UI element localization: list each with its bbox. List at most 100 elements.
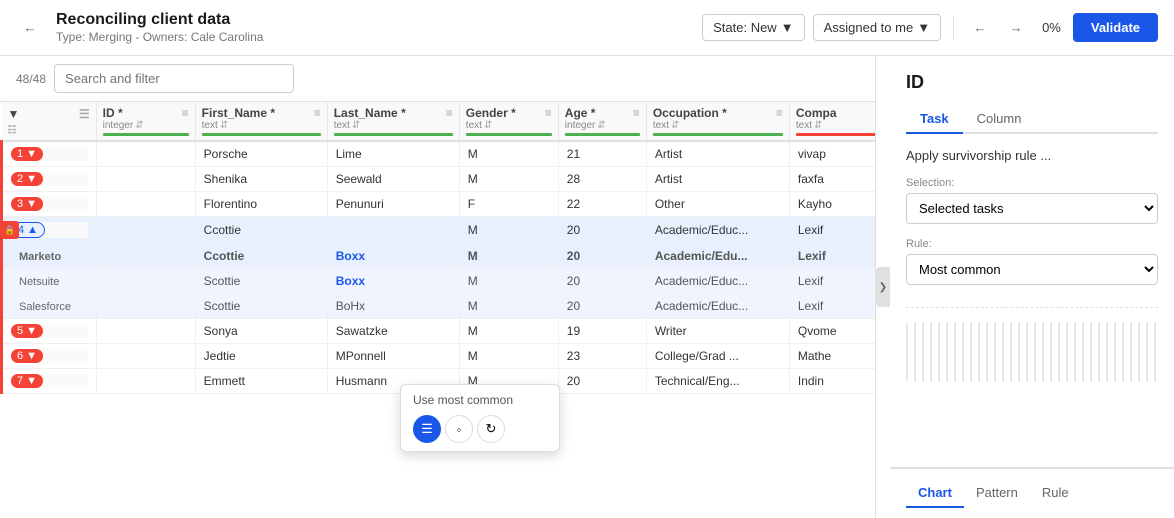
col-menu-icon[interactable]: ≡ xyxy=(545,106,552,120)
table-row: 🔒 4 ▲ Ccottie M 20 Academic/Educ... xyxy=(2,217,876,244)
cell-id xyxy=(96,269,195,294)
col-menu-icon[interactable]: ≡ xyxy=(314,106,321,120)
chevron-down-icon: ▼ xyxy=(917,20,930,35)
table-container[interactable]: ▼ ☰ ☷ xyxy=(0,102,875,518)
row-badge-7[interactable]: 7 ▼ xyxy=(11,374,43,388)
row-header-cell: 2 ▼ xyxy=(2,167,97,192)
main-layout: 48/48 ▼ ☰ xyxy=(0,56,1174,518)
row-badge-2[interactable]: 2 ▼ xyxy=(11,172,43,186)
cell-id xyxy=(96,344,195,369)
tab-task[interactable]: Task xyxy=(906,105,963,134)
page-title: Reconciling client data xyxy=(56,11,702,29)
source-label: Salesforce xyxy=(11,297,79,317)
cell-lastname: Penunuri xyxy=(327,192,459,217)
sort-icon[interactable]: ⇵ xyxy=(814,120,822,131)
right-collapse-tab[interactable]: ❯ xyxy=(876,267,890,307)
row-badge-6[interactable]: 6 ▼ xyxy=(11,349,43,363)
sort-icon[interactable]: ⇵ xyxy=(352,120,360,131)
cell-comp: Kayho xyxy=(789,192,875,217)
popup-list-btn[interactable]: ☰ xyxy=(413,415,441,443)
sort-icon[interactable]: ⇵ xyxy=(671,120,679,131)
col-gender-label: Gender * xyxy=(466,106,516,120)
nav-forward-button[interactable]: → xyxy=(1002,14,1030,42)
row-header-cell: 1 ▼ xyxy=(2,141,97,167)
right-divider xyxy=(906,307,1158,308)
context-popup: Use most common ☰ ◦ ↻ xyxy=(400,384,560,452)
col-menu-icon[interactable]: ≡ xyxy=(633,106,640,120)
table-row: Marketo Ccottie Boxx M 20 Academic/Edu..… xyxy=(2,244,876,269)
validate-button[interactable]: Validate xyxy=(1073,13,1158,42)
record-count: 48/48 xyxy=(16,72,46,86)
cell-gender: M xyxy=(459,269,558,294)
cell-id xyxy=(96,141,195,167)
page-subtitle: Type: Merging - Owners: Cale Carolina xyxy=(56,30,702,44)
col-age-type: integer xyxy=(565,120,596,131)
cell-comp: Lexif xyxy=(789,294,875,319)
cell-occ: Academic/Educ... xyxy=(646,269,789,294)
row-badge-5[interactable]: 5 ▼ xyxy=(11,324,43,338)
sub-row-source-cell: Marketo xyxy=(2,244,97,269)
row-header-cell: 3 ▼ xyxy=(2,192,97,217)
assigned-dropdown[interactable]: Assigned to me ▼ xyxy=(813,14,941,41)
col-id-type: integer xyxy=(103,120,134,131)
right-id-label: ID xyxy=(906,72,1158,93)
cell-id xyxy=(96,369,195,394)
source-label: Netsuite xyxy=(11,272,67,292)
grid-icon: ☷ xyxy=(8,125,17,136)
state-label: State: New xyxy=(713,20,777,35)
cell-lastname: Seewald xyxy=(327,167,459,192)
nav-back-button[interactable]: ← xyxy=(966,14,994,42)
rule-select[interactable]: Most common Most recent Least recent Lon… xyxy=(906,254,1158,285)
popup-refresh-btn[interactable]: ↻ xyxy=(477,415,505,443)
col-menu-icon[interactable]: ☰ xyxy=(79,107,90,121)
cell-firstname: Sonya xyxy=(195,319,327,344)
cell-occ: Academic/Edu... xyxy=(646,244,789,269)
cell-age: 21 xyxy=(558,141,646,167)
col-menu-icon[interactable]: ≡ xyxy=(446,106,453,120)
col-indicator xyxy=(202,133,321,136)
cell-occ: Other xyxy=(646,192,789,217)
col-header-lastname: Last_Name * ≡ text ⇵ xyxy=(327,102,459,141)
table-row: Salesforce Scottie BoHx M 20 Academic/Ed… xyxy=(2,294,876,319)
col-occ-type: text xyxy=(653,120,669,131)
right-tabs: Task Column xyxy=(906,105,1158,134)
col-indicator xyxy=(653,133,783,136)
cell-gender: M xyxy=(459,141,558,167)
search-input[interactable] xyxy=(54,64,294,93)
col-menu-icon[interactable]: ≡ xyxy=(182,106,189,120)
popup-clock-btn[interactable]: ◦ xyxy=(445,415,473,443)
cell-gender: M xyxy=(459,344,558,369)
col-header-firstname: First_Name * ≡ text ⇵ xyxy=(195,102,327,141)
right-bottom-tabs: Chart Pattern Rule xyxy=(906,479,1158,508)
sort-icon[interactable]: ⇵ xyxy=(135,120,143,131)
header-controls: State: New ▼ Assigned to me ▼ ← → 0% Val… xyxy=(702,13,1158,42)
col-lastname-label: Last_Name * xyxy=(334,106,406,120)
back-button[interactable]: ← xyxy=(16,14,44,42)
tab-column[interactable]: Column xyxy=(963,105,1036,134)
cell-lastname: MPonnell xyxy=(327,344,459,369)
col-menu-icon[interactable]: ≡ xyxy=(776,106,783,120)
cell-age: 20 xyxy=(558,369,646,394)
row-badge-3[interactable]: 3 ▼ xyxy=(11,197,43,211)
col-gender-type: text xyxy=(466,120,482,131)
tab-chart[interactable]: Chart xyxy=(906,479,964,508)
sort-icon[interactable]: ⇵ xyxy=(220,120,228,131)
right-panel: ID Task Column Apply survivorship rule .… xyxy=(890,56,1174,518)
tab-pattern[interactable]: Pattern xyxy=(964,479,1030,508)
sort-icon[interactable]: ⇵ xyxy=(484,120,492,131)
row-badge-1[interactable]: 1 ▼ xyxy=(11,147,43,161)
apply-rule-text: Apply survivorship rule ... xyxy=(906,148,1158,163)
rule-label: Rule: xyxy=(906,238,1158,250)
cell-gender: M xyxy=(459,217,558,244)
col-id-label: ID * xyxy=(103,106,123,120)
popup-label: Use most common xyxy=(407,391,553,409)
cell-age: 22 xyxy=(558,192,646,217)
col-company-label: Compa xyxy=(796,106,837,120)
selection-select[interactable]: Selected tasks All tasks xyxy=(906,193,1158,224)
popup-icons: ☰ ◦ ↻ xyxy=(407,413,553,445)
tab-rule[interactable]: Rule xyxy=(1030,479,1081,508)
sort-icon[interactable]: ⇵ xyxy=(597,120,605,131)
state-dropdown[interactable]: State: New ▼ xyxy=(702,14,804,41)
cell-comp: Lexif xyxy=(789,217,875,244)
data-table: ▼ ☰ ☷ xyxy=(0,102,875,394)
